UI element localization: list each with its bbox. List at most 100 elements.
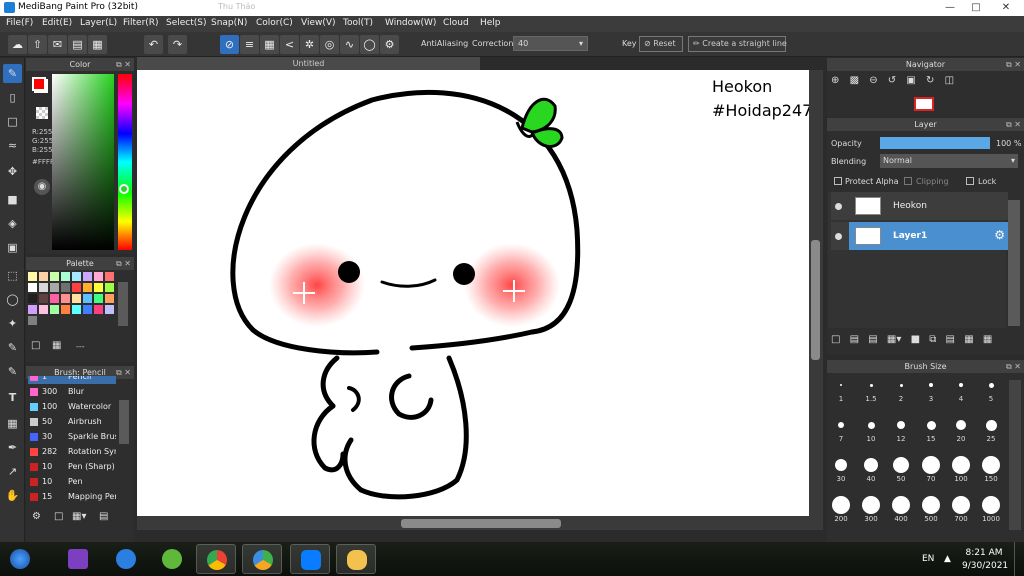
palette-swatch[interactable] [83, 272, 92, 281]
palette-swatch[interactable] [28, 283, 37, 292]
canvas-vertical-thumb[interactable] [811, 240, 820, 360]
operation-tool-icon[interactable]: ↗ [3, 462, 22, 481]
vanishing-snap-icon[interactable]: < [280, 35, 299, 54]
new-8bit-layer-icon[interactable]: ▤ [868, 334, 877, 345]
layer-row[interactable]: Layer1 ⚙ [831, 222, 1008, 250]
hue-handle[interactable] [119, 184, 129, 194]
curve-snap-icon[interactable]: ∿ [340, 35, 359, 54]
new-brush-icon[interactable]: □ [54, 511, 63, 522]
taskbar-medibang[interactable] [336, 544, 376, 574]
brush-size-item[interactable]: 40 [857, 455, 885, 483]
palette-swatch[interactable] [50, 305, 59, 314]
straight-line-button[interactable]: ✏ Create a straight line [688, 36, 787, 52]
transparent-swatch[interactable] [36, 107, 48, 119]
palette-swatch[interactable] [94, 305, 103, 314]
menu-edit[interactable]: Edit(E) [42, 18, 72, 28]
panel-pin-icon[interactable]: ⧉ ✕ [116, 58, 131, 71]
rotate-reset-icon[interactable]: ▣ [906, 75, 915, 86]
eyedropper-tool-icon[interactable]: ✒ [3, 438, 22, 457]
visibility-icon[interactable] [835, 203, 842, 210]
brush-size-item[interactable]: 1 [827, 375, 855, 403]
brush-item[interactable]: 15 Mapping Pen [28, 489, 116, 504]
layer-scrollbar[interactable] [1008, 200, 1020, 326]
palette-icon[interactable]: ◉ [34, 179, 50, 195]
brush-tool-icon[interactable]: ✎ [3, 64, 22, 83]
brush-size-item[interactable]: 10 [857, 415, 885, 443]
zoom-out-icon[interactable]: ⊖ [869, 75, 877, 86]
brush-settings-icon[interactable]: ⚙ [32, 511, 41, 522]
menu-view[interactable]: View(V) [301, 18, 336, 28]
brush-size-item[interactable]: 100 [947, 455, 975, 483]
move-tool-icon[interactable]: ✥ [3, 162, 22, 181]
brush-size-item[interactable]: 150 [977, 455, 1005, 483]
duplicate-layer-icon[interactable]: ⧉ [929, 334, 936, 345]
brush-size-item[interactable]: 15 [917, 415, 945, 443]
hand-tool-icon[interactable]: ✋ [3, 486, 22, 505]
panel-pin-icon[interactable]: ⧉ ✕ [1006, 58, 1021, 71]
palette-swatch[interactable] [50, 283, 59, 292]
grid-snap-icon[interactable]: ▦ [260, 35, 279, 54]
palette-swatch[interactable] [94, 294, 103, 303]
close-button[interactable]: ✕ [996, 0, 1016, 16]
show-desktop-button[interactable] [1014, 542, 1024, 576]
panel-pin-icon[interactable]: ⧉ ✕ [1006, 118, 1021, 131]
clipping-checkbox[interactable] [904, 177, 912, 185]
palette-swatch[interactable] [94, 272, 103, 281]
correction-select[interactable]: 40 ▾ [513, 36, 588, 51]
menu-snap[interactable]: Snap(N) [211, 18, 247, 28]
zoom-fit-icon[interactable]: ▩ [850, 75, 859, 86]
chat-icon[interactable]: ✉ [48, 35, 67, 54]
opacity-slider[interactable] [880, 137, 990, 149]
taskbar-internet-explorer[interactable] [106, 544, 146, 574]
brush-item[interactable]: 50 Airbrush [28, 414, 116, 429]
menu-color[interactable]: Color(C) [256, 18, 293, 28]
navigator-preview[interactable] [914, 97, 934, 111]
palette-swatch[interactable] [105, 283, 114, 292]
cloud-icon[interactable]: ☁ [8, 35, 27, 54]
snap-off-icon[interactable]: ⊘ [220, 35, 239, 54]
radial-snap-icon[interactable]: ✲ [300, 35, 319, 54]
palette-swatch[interactable] [28, 316, 37, 325]
palette-swatch[interactable] [83, 283, 92, 292]
brush-size-item[interactable]: 300 [857, 495, 885, 523]
folder-icon[interactable]: ■ [911, 334, 920, 345]
brush-item[interactable]: 300 Blur [28, 384, 116, 399]
brush-scrollbar[interactable] [119, 400, 129, 444]
flip-icon[interactable]: ◫ [945, 75, 954, 86]
brush-size-item[interactable]: 500 [917, 495, 945, 523]
palette-swatch[interactable] [83, 294, 92, 303]
saturation-value-picker[interactable] [52, 74, 114, 250]
palette-swatch[interactable] [39, 305, 48, 314]
menu-tool[interactable]: Tool(T) [343, 18, 373, 28]
lasso-tool-icon[interactable]: ◯ [3, 290, 22, 309]
brush-size-item[interactable]: 7 [827, 415, 855, 443]
visibility-icon[interactable] [835, 233, 842, 240]
brush-size-item[interactable]: 3 [917, 375, 945, 403]
minimize-button[interactable]: — [940, 0, 960, 16]
taskbar-zalo[interactable] [290, 544, 330, 574]
palette-swatch[interactable] [50, 272, 59, 281]
zoom-in-icon[interactable]: ⊕ [831, 75, 839, 86]
redo-icon[interactable]: ↷ [168, 35, 187, 54]
select-tool-icon[interactable]: ⬚ [3, 266, 22, 285]
brush-item[interactable]: 282 Rotation Sym [28, 444, 116, 459]
palette-swatch[interactable] [105, 305, 114, 314]
lock-checkbox[interactable] [966, 177, 974, 185]
palette-swatch[interactable] [28, 294, 37, 303]
smudge-tool-icon[interactable]: ≈ [3, 136, 22, 155]
brush-item[interactable]: 1 Pencil [28, 376, 116, 384]
menu-window[interactable]: Window(W) [385, 18, 436, 28]
trash-icon[interactable]: ▦ [52, 340, 66, 353]
canvas-horizontal-thumb[interactable] [401, 519, 561, 528]
undo-icon[interactable]: ↶ [144, 35, 163, 54]
brush-size-item[interactable]: 30 [827, 455, 855, 483]
brush-size-item[interactable]: 2 [887, 375, 915, 403]
panel-pin-icon[interactable]: ⧉ ✕ [1006, 360, 1021, 373]
layer-settings-icon[interactable]: ⚙ [994, 228, 1005, 242]
brush-size-item[interactable]: 4 [947, 375, 975, 403]
layer-row[interactable]: Heokon [831, 192, 1008, 220]
ellipse-snap-icon[interactable]: ◯ [360, 35, 379, 54]
panel-pin-icon[interactable]: ⧉ ✕ [116, 257, 131, 270]
brush-size-item[interactable]: 1000 [977, 495, 1005, 523]
layer-property-icon[interactable]: ▦ [964, 334, 973, 345]
